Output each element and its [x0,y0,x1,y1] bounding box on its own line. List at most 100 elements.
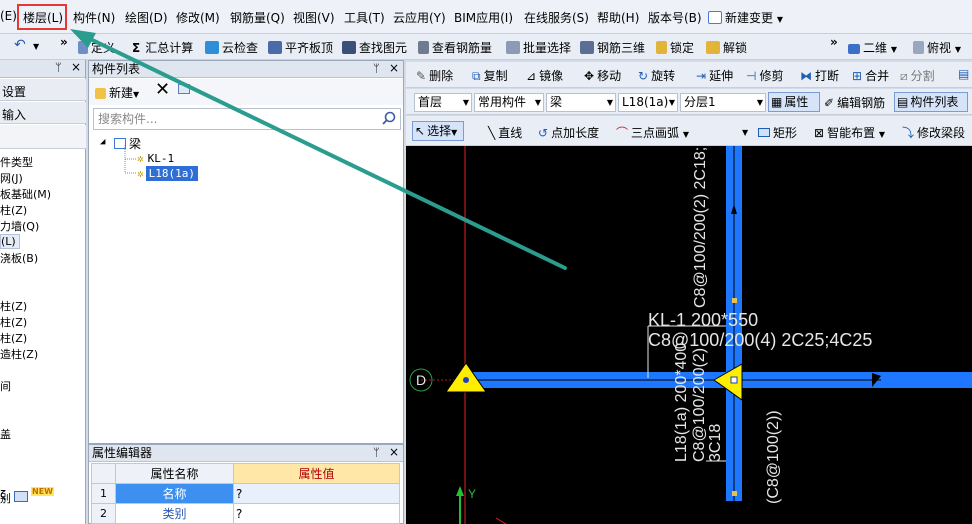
lock-button[interactable]: 锁定 [656,39,694,56]
properties-toggle[interactable]: ▦ 属性 [768,92,820,112]
select-tool[interactable]: ↖ 选择▼ [412,121,464,141]
rebar-3d-button[interactable]: 钢筋三维 [580,39,645,56]
chevron-down-icon: ▼ [890,45,897,54]
nav-item-column[interactable]: 柱(Z) [0,202,27,218]
tree-root-beam[interactable]: 梁 [114,135,141,152]
nav-item-raft[interactable]: 板基础(M) [0,186,51,202]
pin-icon[interactable]: ᛘ [373,445,380,461]
close-icon[interactable]: × [389,60,399,76]
property-value-cell[interactable]: ? [233,483,400,504]
property-name-cell[interactable]: 名称 [115,483,234,504]
pin-icon[interactable]: ᛘ [55,61,62,74]
edit-rebar-button[interactable]: ✐ 编辑钢筋 [824,94,885,111]
view-2d-dropdown[interactable]: 二维 ▼ [848,39,897,56]
property-row[interactable]: 1 名称 ? [91,483,400,504]
modify-span-tool[interactable]: ⤵ 修改梁段 [902,124,965,141]
layer-select[interactable]: 分层1 ▼ [680,93,766,112]
drawing-canvas[interactable]: D KL-1 200*550 C8@100/200(4) 2C25;4C25 C… [406,146,972,524]
overflow-icon-2[interactable]: » [830,35,838,49]
row-index: 2 [91,503,116,524]
trim-button[interactable]: ⊣ 修剪 [746,67,783,84]
menu-component[interactable]: 构件(N) [73,9,115,26]
close-icon[interactable]: × [71,60,81,74]
nav-item-cast-slab[interactable]: 浇板(B) [0,250,38,266]
nav-item-beam[interactable]: (L) [0,234,20,249]
component-list-toggle[interactable]: ▤ 构件列表 [894,92,968,112]
rectangle-tool[interactable]: 矩形 [758,124,797,141]
break-button[interactable]: ⧓ 打断 [800,67,839,84]
nav-item-blank-1[interactable]: 间 [0,378,11,394]
view-top-dropdown[interactable]: 俯视 ▼ [913,39,961,56]
menu-edit-partial[interactable]: (E) [0,9,17,23]
menu-view[interactable]: 视图(V) [293,9,335,26]
sum-button[interactable]: Σ 汇总计算 [132,39,193,56]
tree-item-l18[interactable]: ✲ L18(1a) [137,166,198,181]
property-name-cell[interactable]: 类别 [115,503,234,524]
move-button[interactable]: ✥ 移动 [584,67,621,84]
settings-tab[interactable]: 设置 [0,79,86,101]
mirror-button[interactable]: ⊿ 镜像 [526,67,563,84]
component-search-input[interactable]: 搜索构件... [93,108,401,130]
split-button[interactable]: ⧄ 分割 [900,67,935,84]
line-tool[interactable]: ╲ 直线 [488,124,522,141]
menu-modify[interactable]: 修改(M) [176,9,220,26]
merge-button[interactable]: ⊞ 合并 [852,67,889,84]
menu-cloud[interactable]: 云应用(Y) [393,9,446,26]
new-component-button[interactable]: 新建▼ [95,84,139,101]
nav-item-column-3[interactable]: 柱(Z) [0,314,27,330]
smart-layout-tool[interactable]: ⊠ 智能布置 ▼ [814,124,885,141]
copy-component-icon[interactable] [178,84,190,94]
nav-item-type[interactable]: 件类型 [0,154,33,170]
menu-tools[interactable]: 工具(T) [344,9,385,26]
menu-help[interactable]: 帮助(H) [597,9,639,26]
view-rebar-button[interactable]: 查看钢筋量 [418,39,492,56]
nav-item-constructional-column[interactable]: 造柱(Z) [0,346,38,362]
menu-new-change[interactable]: 新建变更 ▼ [708,9,783,26]
define-button[interactable]: 定义 [78,39,115,56]
delete-component-icon[interactable]: ✕ [155,79,170,100]
property-value-cell[interactable]: ? [233,503,400,524]
select-label: 选择 [427,124,452,138]
menu-bim[interactable]: BIM应用(I) [454,9,513,26]
copy-button[interactable]: ⧉ 复制 [472,67,508,84]
undo-icon[interactable]: ↶ [14,37,26,53]
batch-select-button[interactable]: 批量选择 [506,39,571,56]
pin-icon[interactable]: ᛘ [373,61,380,77]
nav-item-grid[interactable]: 网(J) [0,170,23,186]
close-icon[interactable]: × [389,444,399,460]
property-row[interactable]: 2 类别 ? [91,503,400,524]
tree-collapse-icon[interactable]: ◢ [100,137,105,147]
tree-item-l18-label: L18(1a) [145,166,198,181]
input-tab[interactable]: 输入 [0,102,86,124]
three-point-arc-tool[interactable]: ⌒ 三点画弧 ▼ [616,124,689,141]
floor-select[interactable]: 首层 ▼ [414,93,472,112]
menu-online-service[interactable]: 在线服务(S) [524,9,589,26]
menu-version[interactable]: 版本号(B) [648,9,702,26]
tree-item-kl1[interactable]: ✲ KL-1 [137,152,174,165]
menu-draw[interactable]: 绘图(D) [125,9,168,26]
type-select[interactable]: 梁 ▼ [546,93,616,112]
nav-item-column-4[interactable]: 柱(Z) [0,330,27,346]
more-tools-icon[interactable]: ▤ [958,67,969,81]
nav-item-cap[interactable]: 盖 [0,426,11,442]
property-editor-title: 属性编辑器 [92,446,153,460]
search-icon[interactable] [380,111,398,127]
unlock-button[interactable]: 解锁 [706,39,747,56]
flat-slab-top-button[interactable]: 平齐板顶 [268,39,333,56]
nav-item-shear-wall[interactable]: 力墙(Q) [0,218,39,234]
element-select[interactable]: L18(1a) ▼ [618,93,678,112]
arc-more-dropdown[interactable]: ▼ [742,124,748,138]
extend-button[interactable]: ⇥ 延伸 [696,67,733,84]
nav-item-column-2[interactable]: 柱(Z) [0,298,27,314]
find-element-button[interactable]: 查找图元 [342,39,407,56]
category-select[interactable]: 常用构件 ▼ [474,93,544,112]
delete-button[interactable]: ✎ 删除 [416,67,453,84]
undo-dropdown-icon[interactable]: ▼ [33,42,39,51]
point-length-tool[interactable]: ↺ 点加长度 [538,124,599,141]
document-icon [708,11,722,24]
menu-rebar-quantity[interactable]: 钢筋量(Q) [230,9,285,26]
cloud-check-button[interactable]: 云检查 [205,39,258,56]
overflow-icon[interactable]: » [60,35,68,49]
binoculars-icon [342,41,356,54]
rotate-button[interactable]: ↻ 旋转 [638,67,675,84]
